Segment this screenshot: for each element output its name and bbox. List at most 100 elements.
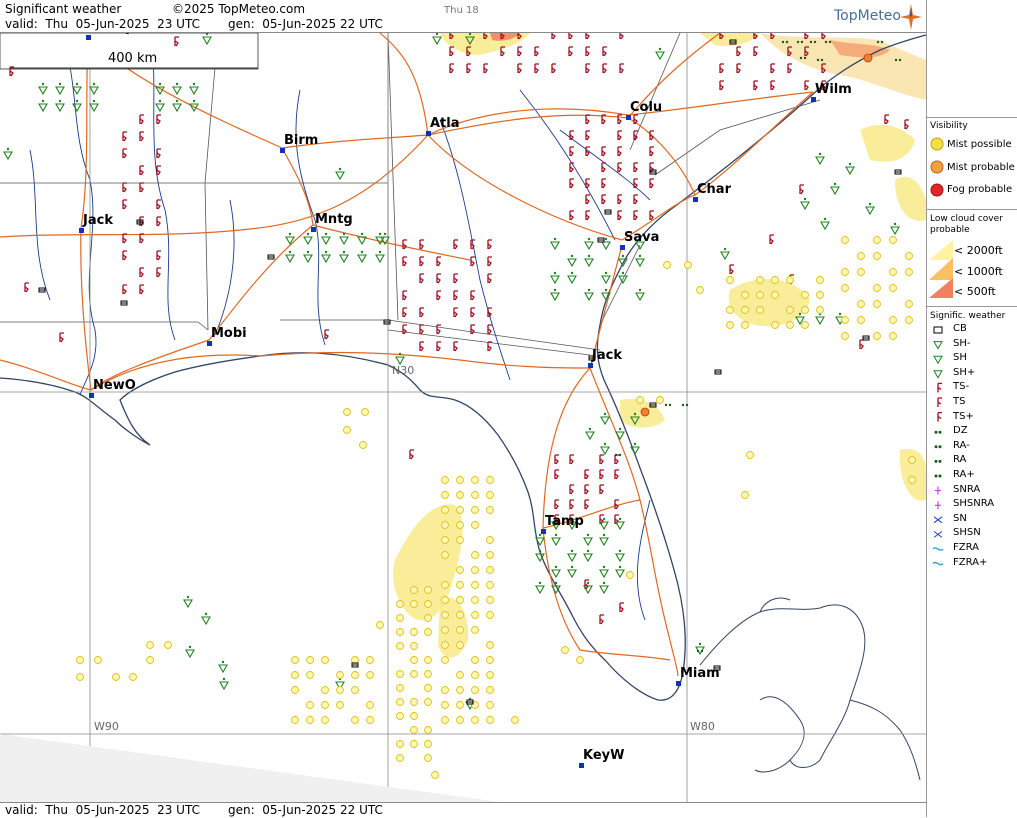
ts-symbol xyxy=(614,454,619,465)
shower-symbol xyxy=(550,237,560,251)
ts-symbol xyxy=(139,114,144,125)
ts-symbol xyxy=(770,80,775,91)
fog-symbol xyxy=(863,53,873,63)
city-label: Char xyxy=(697,182,731,197)
ts-symbol xyxy=(599,454,604,465)
mist-symbol xyxy=(756,276,764,284)
mist-symbol xyxy=(471,521,479,529)
mist-symbol xyxy=(873,252,881,260)
mist-symbol xyxy=(146,641,154,649)
mist-symbol xyxy=(456,596,464,604)
mist-symbol xyxy=(471,596,479,604)
mist-symbol xyxy=(456,506,464,514)
shower-symbol xyxy=(155,99,165,113)
ts-symbol xyxy=(770,63,775,74)
mist-symbol xyxy=(291,716,299,724)
ts-symbol xyxy=(617,162,622,173)
shower-symbol xyxy=(815,152,825,166)
mist-symbol xyxy=(741,291,749,299)
mist-symbol xyxy=(857,300,865,308)
mist-symbol xyxy=(336,701,344,709)
mist-symbol xyxy=(471,611,479,619)
shower-symbol xyxy=(583,549,593,563)
mist-symbol xyxy=(486,581,494,589)
shower-symbol xyxy=(172,82,182,96)
ts-symbol xyxy=(436,256,441,267)
mist-symbol xyxy=(351,686,359,694)
ts-symbol xyxy=(554,499,559,510)
legend-sigwx-item: FZRA+ xyxy=(953,556,988,568)
mist-symbol xyxy=(741,491,749,499)
footer-valid-time: valid: Thu 05-Jun-2025 23 UTC xyxy=(5,803,200,817)
scale-label: 400 km xyxy=(108,51,158,66)
mist-symbol xyxy=(410,712,418,720)
mist-symbol xyxy=(908,476,916,484)
fog-symbol xyxy=(640,407,650,417)
shower-symbol xyxy=(551,565,561,579)
weather-map[interactable]: N30 W90 W80 400 km Memp Atla Colu Wilm Birm C… xyxy=(0,33,926,802)
mist-symbol xyxy=(801,291,809,299)
ts-symbol xyxy=(599,484,604,495)
ts-symbol xyxy=(619,602,624,613)
mist-symbol xyxy=(306,716,314,724)
ts-symbol xyxy=(769,234,774,245)
ts-symbol xyxy=(436,290,441,301)
mist-symbol xyxy=(321,686,329,694)
ts-symbol xyxy=(619,33,624,40)
mist-symbol xyxy=(486,671,494,679)
ts-symbol xyxy=(584,484,589,495)
ts-symbol xyxy=(122,250,127,261)
ts-symbol xyxy=(554,454,559,465)
mist-symbol xyxy=(351,671,359,679)
shower-symbol xyxy=(600,412,610,426)
mist-symbol xyxy=(366,716,374,724)
legend-sigwx-item: CB xyxy=(953,323,967,334)
mist-symbol xyxy=(486,656,494,664)
cb-symbol xyxy=(894,169,902,175)
mist-symbol xyxy=(441,641,449,649)
ts-symbol xyxy=(156,148,161,159)
shower-symbol xyxy=(38,82,48,96)
ts-symbol xyxy=(649,210,654,221)
mist-symbol xyxy=(336,671,344,679)
legend-mist-probable: Mist probable xyxy=(947,162,1015,173)
shower-symbol xyxy=(172,99,182,113)
ts-symbol xyxy=(569,130,574,141)
mist-symbol xyxy=(456,476,464,484)
ts-symbol xyxy=(585,46,590,57)
ts-symbol xyxy=(617,114,622,125)
shower-symbol xyxy=(535,581,545,595)
legend-sigwx-item: TS- xyxy=(953,381,970,393)
ts-symbol xyxy=(585,178,590,189)
mist-symbol xyxy=(636,396,644,404)
mist-symbol xyxy=(456,611,464,619)
shower-symbol xyxy=(357,250,367,264)
mist-symbol xyxy=(424,754,432,762)
shower-symbol xyxy=(183,595,193,609)
city-label: Jack xyxy=(592,348,622,363)
cb-symbol xyxy=(383,319,391,325)
legend-sigwx-item: SH- xyxy=(953,337,971,349)
shower-symbol xyxy=(890,222,900,236)
ts-symbol xyxy=(753,46,758,57)
city-marker xyxy=(86,35,91,40)
mist-symbol xyxy=(366,656,374,664)
mist-symbol xyxy=(471,656,479,664)
grid-label-n30: N30 xyxy=(392,364,415,377)
mist-symbol xyxy=(801,306,809,314)
shower-symbol xyxy=(321,232,331,246)
mist-symbol xyxy=(841,332,849,340)
mist-symbol xyxy=(410,628,418,636)
mist-symbol xyxy=(424,740,432,748)
mist-symbol xyxy=(471,671,479,679)
mist-symbol xyxy=(424,614,432,622)
city-marker xyxy=(588,363,593,368)
mist-symbol xyxy=(366,671,374,679)
mist-symbol xyxy=(441,596,449,604)
mist-symbol xyxy=(486,566,494,574)
shower-symbol xyxy=(820,217,830,231)
mist-symbol xyxy=(771,321,779,329)
ts-symbol xyxy=(585,130,590,141)
legend-mist-possible: Mist possible xyxy=(947,139,1012,150)
cb-symbol xyxy=(38,287,46,293)
